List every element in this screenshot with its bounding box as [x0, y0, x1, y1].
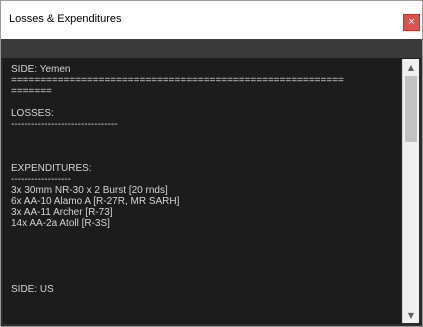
chevron-up-icon: ▲	[407, 62, 415, 72]
close-icon: ×	[407, 17, 416, 27]
window-title: Losses & Expenditures	[9, 13, 122, 25]
report-line	[11, 229, 399, 240]
scroll-down-button[interactable]: ▼	[403, 307, 419, 323]
report-line	[11, 251, 399, 262]
report-line: =======	[11, 86, 52, 97]
report-line: 6x AA-10 Alamo A [R-27R, MR SARH]	[11, 196, 180, 207]
title-bar[interactable]: Losses & Expenditures ×	[1, 1, 422, 39]
report-line: LOSSES:	[11, 108, 54, 119]
report-text: SIDE: Yemen =============================…	[11, 64, 399, 295]
report-line: ========================================…	[11, 75, 344, 86]
report-line: --------------------------------	[11, 119, 118, 130]
report-line	[11, 273, 399, 284]
chevron-down-icon: ▼	[407, 310, 415, 320]
report-line	[11, 262, 399, 273]
report-line: 3x AA-11 Archer [R-73]	[11, 207, 113, 218]
losses-expenditures-window: Losses & Expenditures × SIDE: Yemen =====…	[0, 0, 423, 327]
report-line: ------------------	[11, 174, 71, 185]
report-line	[11, 152, 399, 163]
report-line: SIDE: US	[11, 284, 54, 295]
report-line	[11, 97, 399, 108]
report-line: EXPENDITURES:	[11, 163, 92, 174]
header-strip	[1, 39, 422, 59]
report-line	[11, 240, 399, 251]
report-line: 14x AA-2a Atoll [R-3S]	[11, 218, 110, 229]
scroll-thumb[interactable]	[405, 76, 417, 142]
report-line	[11, 141, 399, 152]
scroll-up-button[interactable]: ▲	[403, 59, 419, 75]
report-line: 3x 30mm NR-30 x 2 Burst [20 rnds]	[11, 185, 168, 196]
close-button[interactable]: ×	[403, 14, 420, 31]
report-line: SIDE: Yemen	[11, 64, 71, 75]
report-text-area[interactable]: SIDE: Yemen =============================…	[3, 58, 401, 324]
report-line	[11, 130, 399, 141]
vertical-scrollbar[interactable]: ▲ ▼	[402, 59, 419, 323]
